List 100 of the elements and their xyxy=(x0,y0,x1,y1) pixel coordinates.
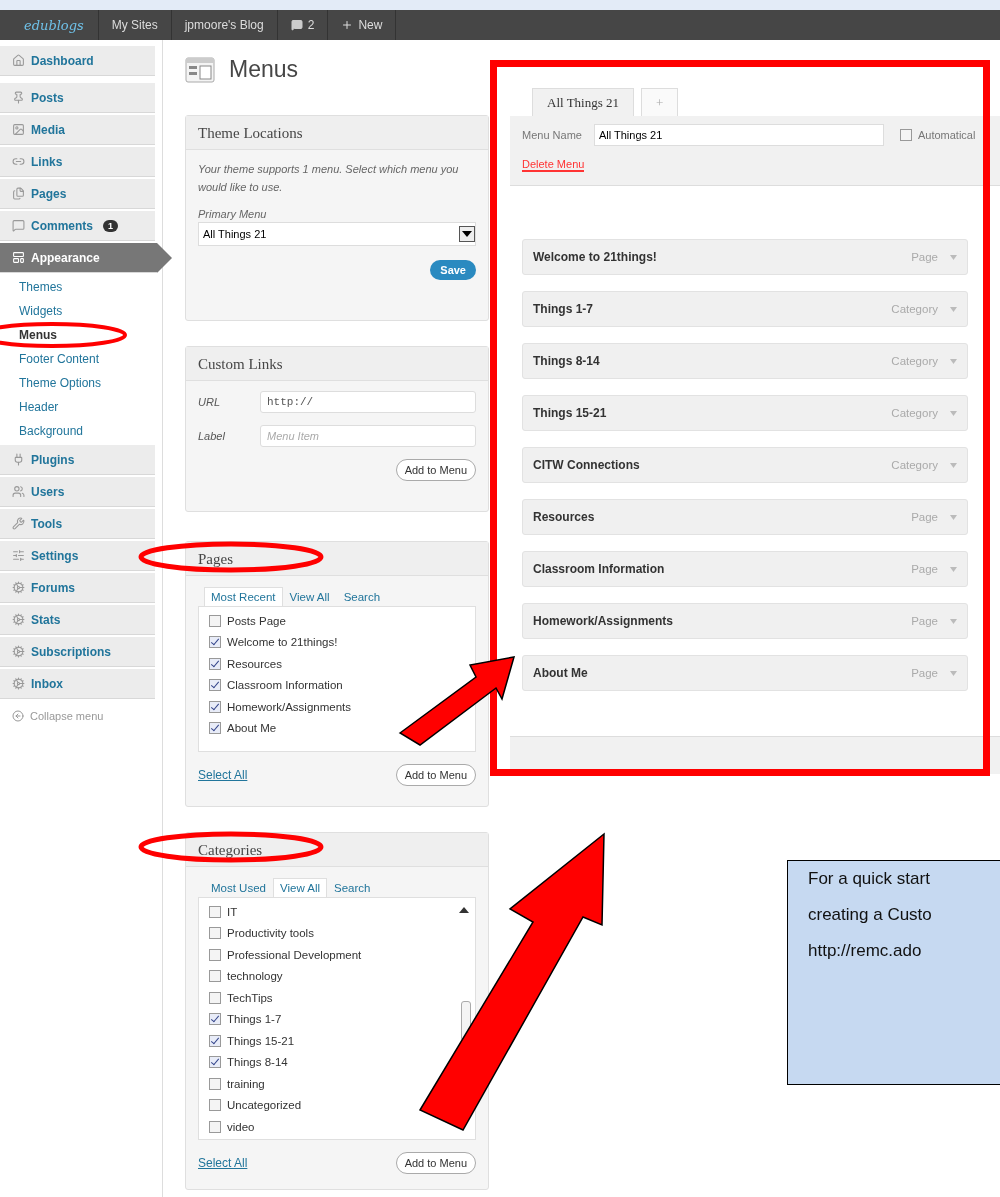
checkbox[interactable] xyxy=(209,948,221,961)
checkbox-item[interactable]: TechTips xyxy=(209,987,273,1009)
sidebar-item[interactable]: Links xyxy=(0,147,155,177)
select-all-link[interactable]: Select All xyxy=(198,768,248,782)
tab[interactable]: View All xyxy=(272,878,328,897)
label-field[interactable]: Menu Item xyxy=(260,425,476,447)
checkbox[interactable] xyxy=(209,1013,221,1026)
menu-item-bar[interactable]: Classroom Information Page xyxy=(522,551,968,587)
sidebar-item[interactable]: Comments 1 xyxy=(0,211,155,241)
submenu-item[interactable]: Theme Options xyxy=(0,371,162,395)
sidebar-item[interactable]: Media xyxy=(0,115,155,145)
caret-icon[interactable] xyxy=(950,514,957,520)
checkbox-item[interactable]: Classroom Information xyxy=(209,674,343,696)
menu-item-bar[interactable]: Things 8-14 Category xyxy=(522,343,968,379)
checkbox[interactable] xyxy=(209,927,221,940)
select-all-link[interactable]: Select All xyxy=(198,1156,248,1170)
sidebar-item[interactable]: Stats xyxy=(0,605,155,635)
checkbox[interactable] xyxy=(209,970,221,983)
submenu-item[interactable]: Footer Content xyxy=(0,347,162,371)
checkbox[interactable] xyxy=(209,1056,221,1069)
checkbox[interactable] xyxy=(209,657,221,670)
checkbox-item[interactable]: Things 8-14 xyxy=(209,1051,288,1073)
caret-icon[interactable] xyxy=(950,358,957,364)
checkbox[interactable] xyxy=(209,700,221,713)
checkbox[interactable] xyxy=(209,1120,221,1133)
submenu-item[interactable]: Widgets xyxy=(0,299,162,323)
checkbox-item[interactable]: Uncategorized xyxy=(209,1094,302,1116)
checkbox[interactable] xyxy=(209,991,221,1004)
save-button[interactable]: Save xyxy=(430,260,476,280)
caret-icon[interactable] xyxy=(950,306,957,312)
comments-link[interactable]: 2 xyxy=(277,10,329,40)
sidebar-item[interactable]: Pages xyxy=(0,179,155,209)
checkbox-item[interactable]: Welcome to 21things! xyxy=(209,631,338,653)
auto-add-option[interactable]: Automatical xyxy=(899,129,976,141)
menu-item-bar[interactable]: Things 1-7 Category xyxy=(522,291,968,327)
sidebar-item[interactable]: Plugins xyxy=(0,445,155,475)
add-to-menu-button[interactable]: Add to Menu xyxy=(395,1152,476,1174)
checkbox-item[interactable]: Homework/Assignments xyxy=(209,696,351,718)
tab[interactable]: Most Used xyxy=(204,878,273,897)
gear-icon xyxy=(12,645,25,658)
checkbox[interactable] xyxy=(209,905,221,918)
checkbox-item[interactable]: technology xyxy=(209,965,283,987)
menu-item-bar[interactable]: Resources Page xyxy=(522,499,968,535)
sidebar-item[interactable]: Posts xyxy=(0,83,155,113)
checkbox[interactable] xyxy=(899,129,912,141)
menu-select[interactable]: All Things 21 xyxy=(198,222,476,246)
add-to-menu-button[interactable]: Add to Menu xyxy=(395,764,476,786)
submenu-item[interactable]: Header xyxy=(0,395,162,419)
checkbox[interactable] xyxy=(209,1034,221,1047)
sidebar-item[interactable]: Settings xyxy=(0,541,155,571)
add-to-menu-button[interactable]: Add to Menu xyxy=(395,459,476,481)
caret-icon[interactable] xyxy=(950,410,957,416)
checkbox[interactable] xyxy=(209,722,221,735)
admin-bar-link[interactable]: jpmoore's Blog xyxy=(171,10,278,40)
menu-item-bar[interactable]: CITW Connections Category xyxy=(522,447,968,483)
menu-item-bar[interactable]: Homework/Assignments Page xyxy=(522,603,968,639)
url-field[interactable]: http:// xyxy=(260,391,476,413)
caret-icon[interactable] xyxy=(950,566,957,572)
scroll-up-icon[interactable] xyxy=(459,907,469,913)
submenu-item[interactable]: Background xyxy=(0,419,162,443)
menu-name-field[interactable]: All Things 21 xyxy=(593,124,884,146)
checkbox-label: TechTips xyxy=(227,991,273,1004)
sidebar-item[interactable]: Forums xyxy=(0,573,155,603)
submenu-item[interactable]: Menus xyxy=(0,323,162,347)
tab[interactable]: Most Recent xyxy=(204,587,283,606)
sidebar-item[interactable]: Tools xyxy=(0,509,155,539)
menu-tab[interactable]: All Things 21 xyxy=(532,88,634,116)
sidebar-item[interactable]: Subscriptions xyxy=(0,637,155,667)
new-link[interactable]: New xyxy=(328,10,397,40)
checkbox-item[interactable]: Resources xyxy=(209,653,282,675)
checkbox-item[interactable]: Things 15-21 xyxy=(209,1030,295,1052)
tab[interactable]: Search xyxy=(336,587,388,606)
checkbox-item[interactable]: About Me xyxy=(209,717,277,739)
checkbox[interactable] xyxy=(209,1077,221,1090)
submenu-item[interactable]: Themes xyxy=(0,275,162,299)
sidebar-item[interactable]: Appearance xyxy=(0,243,172,273)
checkbox-item[interactable]: Things 1-7 xyxy=(209,1008,282,1030)
caret-icon[interactable] xyxy=(950,462,957,468)
caret-icon[interactable] xyxy=(950,254,957,260)
menu-item-bar[interactable]: Things 15-21 Category xyxy=(522,395,968,431)
sidebar-item[interactable]: Users xyxy=(0,477,155,507)
checkbox-item[interactable]: IT xyxy=(209,901,238,923)
checkbox-item[interactable]: video xyxy=(209,1116,255,1138)
sidebar-item[interactable]: Dashboard xyxy=(0,46,155,76)
menu-item-bar[interactable]: About Me Page xyxy=(522,655,968,691)
tab[interactable]: Search xyxy=(327,878,378,897)
checkbox[interactable] xyxy=(209,614,221,627)
caret-icon[interactable] xyxy=(950,670,957,676)
checkbox[interactable] xyxy=(209,636,221,649)
menu-item-bar[interactable]: Welcome to 21things! Page xyxy=(522,239,968,275)
checkbox-item[interactable]: training xyxy=(209,1073,265,1095)
checkbox-item[interactable]: Professional Development xyxy=(209,944,362,966)
checkbox-item[interactable]: Posts Page xyxy=(209,610,286,632)
checkbox[interactable] xyxy=(209,679,221,692)
pages-icon xyxy=(12,187,25,200)
caret-icon[interactable] xyxy=(950,618,957,624)
checkbox-item[interactable]: Productivity tools xyxy=(209,922,314,944)
sidebar-item[interactable]: Inbox xyxy=(0,669,155,699)
checkbox[interactable] xyxy=(209,1099,221,1112)
tab[interactable]: View All xyxy=(282,587,337,606)
